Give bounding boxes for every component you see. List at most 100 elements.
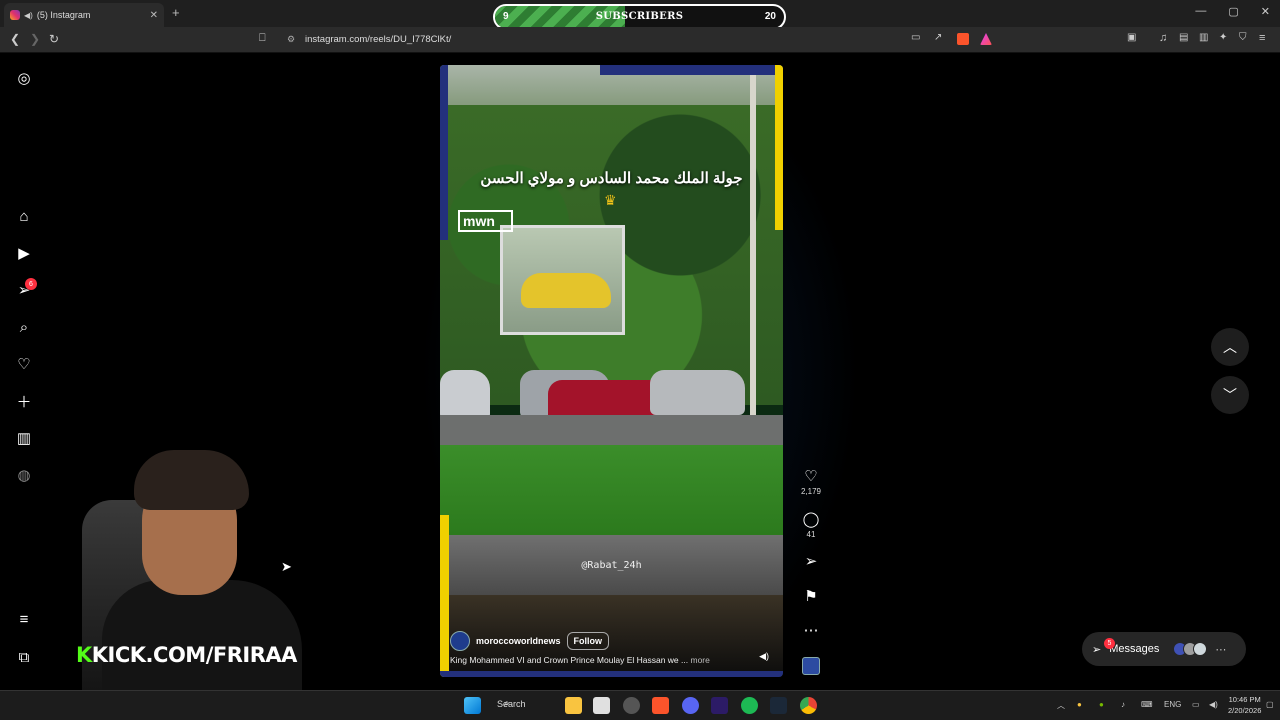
webcam-hair — [134, 450, 249, 510]
more-menu-icon[interactable]: ≡ — [14, 609, 34, 629]
tray-app-icon[interactable]: ● — [1077, 700, 1082, 709]
video-billboard — [500, 225, 625, 335]
billboard-car — [521, 273, 611, 308]
next-reel-button[interactable]: ﹀ — [1211, 376, 1249, 414]
premiere-icon[interactable] — [711, 697, 728, 714]
browser-tab-instagram[interactable]: ◀) (5) Instagram ✕ — [4, 3, 164, 27]
network-icon[interactable]: ▭ — [1192, 700, 1200, 709]
start-button-icon[interactable] — [464, 697, 481, 714]
kick-channel-banner: KKICK.COM/FRIRAA — [76, 643, 297, 667]
reload-icon[interactable]: ↻ — [49, 32, 59, 46]
dashboard-icon[interactable]: ▥ — [14, 428, 34, 448]
like-button[interactable]: ♡ 2,179 — [798, 467, 824, 496]
video-grass — [440, 445, 783, 535]
chevron-down-icon: ﹀ — [1223, 387, 1237, 403]
reel-credit: @Rabat_24h — [581, 560, 642, 571]
save-button[interactable]: ⚑ — [798, 587, 824, 605]
new-tab-button[interactable]: + — [172, 5, 180, 20]
reel-overlay-headline: جولة الملك محمد السادس و مولاي الحسن — [480, 170, 743, 187]
minimize-button[interactable]: — — [1195, 5, 1206, 18]
reel-caption[interactable]: King Mohammed VI and Crown Prince Moulay… — [450, 655, 710, 665]
video-car-white — [440, 370, 490, 420]
chevron-up-icon: ︿ — [1223, 339, 1237, 355]
reel-account: moroccoworldnews Follow — [450, 631, 610, 651]
comment-button[interactable]: ◯ 41 — [798, 510, 824, 539]
forward-icon[interactable]: ❯ — [30, 32, 40, 46]
close-window-button[interactable]: ✕ — [1261, 5, 1270, 18]
microphone-icon[interactable]: ♪ — [1121, 700, 1125, 709]
close-tab-icon[interactable]: ✕ — [150, 10, 158, 21]
messages-badge: 5 — [1104, 638, 1115, 649]
tab-title: (5) Instagram — [36, 10, 91, 20]
brave-shield-icon[interactable] — [957, 33, 969, 45]
brave-browser-icon[interactable] — [652, 697, 669, 714]
kick-url: KICK.COM/FRIRAA — [91, 643, 298, 667]
frame-bar-bottom — [440, 671, 783, 677]
follow-button[interactable]: Follow — [566, 632, 610, 650]
taskbar-search[interactable]: Search — [497, 699, 526, 709]
share-icon[interactable]: ↗ — [934, 32, 942, 43]
notifications-heart-icon[interactable]: ♡ — [14, 354, 34, 374]
discord-icon[interactable] — [682, 697, 699, 714]
back-icon[interactable]: ❮ — [10, 32, 20, 46]
account-name[interactable]: moroccoworldnews — [476, 636, 561, 646]
notifications-badge: 6 — [25, 278, 37, 290]
nvidia-icon[interactable]: ● — [1099, 700, 1104, 709]
frame-bar-right — [775, 65, 783, 230]
home-icon[interactable]: ⌂ — [14, 206, 34, 226]
original-audio-thumbnail[interactable] — [802, 657, 820, 675]
speaker-icon[interactable]: ◀) — [24, 11, 33, 20]
messages-label: Messages — [1109, 643, 1160, 655]
wallet-icon[interactable]: ▥ — [1199, 32, 1208, 43]
leo-ai-icon[interactable]: ✦ — [1219, 32, 1227, 43]
more-options-button[interactable]: ⋯ — [798, 621, 824, 639]
bookmark-icon[interactable]: ⎕ — [259, 32, 266, 45]
cast-icon[interactable]: ▭ — [911, 32, 920, 43]
steam-icon[interactable] — [770, 697, 787, 714]
window-controls: — ▢ ✕ — [1195, 5, 1270, 18]
previous-reel-button[interactable]: ︿ — [1211, 328, 1249, 366]
messages-button[interactable]: ➢ 5 Messages ⋯ — [1082, 632, 1246, 666]
language-indicator[interactable]: ENG — [1164, 700, 1181, 709]
snipping-tool-icon[interactable] — [593, 697, 610, 714]
share-button[interactable]: ➢ — [798, 552, 824, 570]
reel-video[interactable]: جولة الملك محمد السادس و مولاي الحسن ♛ m… — [440, 65, 783, 677]
menu-icon[interactable]: ≡ — [1259, 32, 1265, 44]
brave-rewards-icon[interactable] — [980, 33, 992, 45]
crown-icon: ♛ — [604, 192, 617, 208]
mute-icon[interactable]: ◀) — [759, 651, 769, 662]
maximize-button[interactable]: ▢ — [1228, 5, 1238, 18]
obs-icon[interactable] — [623, 697, 640, 714]
file-explorer-icon[interactable] — [565, 697, 582, 714]
url-field[interactable]: instagram.com/reels/DU_I778ClKt/ — [305, 34, 451, 45]
profile-avatar-icon[interactable]: ◍ — [14, 465, 34, 485]
caption-more-link[interactable]: more — [690, 655, 709, 665]
chrome-icon[interactable] — [800, 697, 817, 714]
ellipsis-icon: ⋯ — [1215, 643, 1227, 656]
also-from-meta-icon[interactable]: ⧉ — [14, 647, 34, 667]
tray-overflow-icon[interactable]: ︿ — [1057, 700, 1065, 711]
kick-logo-icon: K — [76, 643, 92, 667]
messages-avatars — [1173, 642, 1208, 656]
spotify-icon[interactable] — [741, 697, 758, 714]
search-icon[interactable]: ⌕ — [14, 317, 34, 337]
volume-icon[interactable]: ◀) — [1209, 700, 1218, 709]
account-avatar[interactable] — [450, 631, 470, 651]
subscriber-label: SUBSCRIBERS — [595, 11, 684, 22]
system-clock[interactable]: 10:46 PM 2/20/2026 — [1228, 694, 1261, 716]
frame-bar-top — [600, 65, 780, 75]
reading-list-icon[interactable]: ▤ — [1179, 32, 1188, 43]
browser-address-bar: ❮ ❯ ↻ ⎕ ⚙ instagram.com/reels/DU_I778ClK… — [0, 27, 1280, 53]
frame-bar-left — [440, 65, 448, 240]
notification-center-icon[interactable]: ▢ — [1266, 700, 1274, 709]
music-icon[interactable]: ♫ — [1159, 32, 1167, 44]
create-plus-icon[interactable]: ＋ — [14, 391, 34, 411]
keyboard-icon[interactable]: ⌨ — [1141, 700, 1153, 709]
video-lamp-pole — [750, 75, 756, 455]
watermark-logo: mwn — [458, 210, 513, 232]
sidebar-toggle-icon[interactable]: ▣ — [1127, 32, 1136, 43]
reels-icon[interactable]: ▶ — [14, 243, 34, 263]
site-info-icon[interactable]: ⚙ — [287, 34, 295, 45]
vpn-icon[interactable]: ⛉ — [1239, 32, 1247, 43]
instagram-logo-icon[interactable]: ◎ — [14, 68, 34, 88]
